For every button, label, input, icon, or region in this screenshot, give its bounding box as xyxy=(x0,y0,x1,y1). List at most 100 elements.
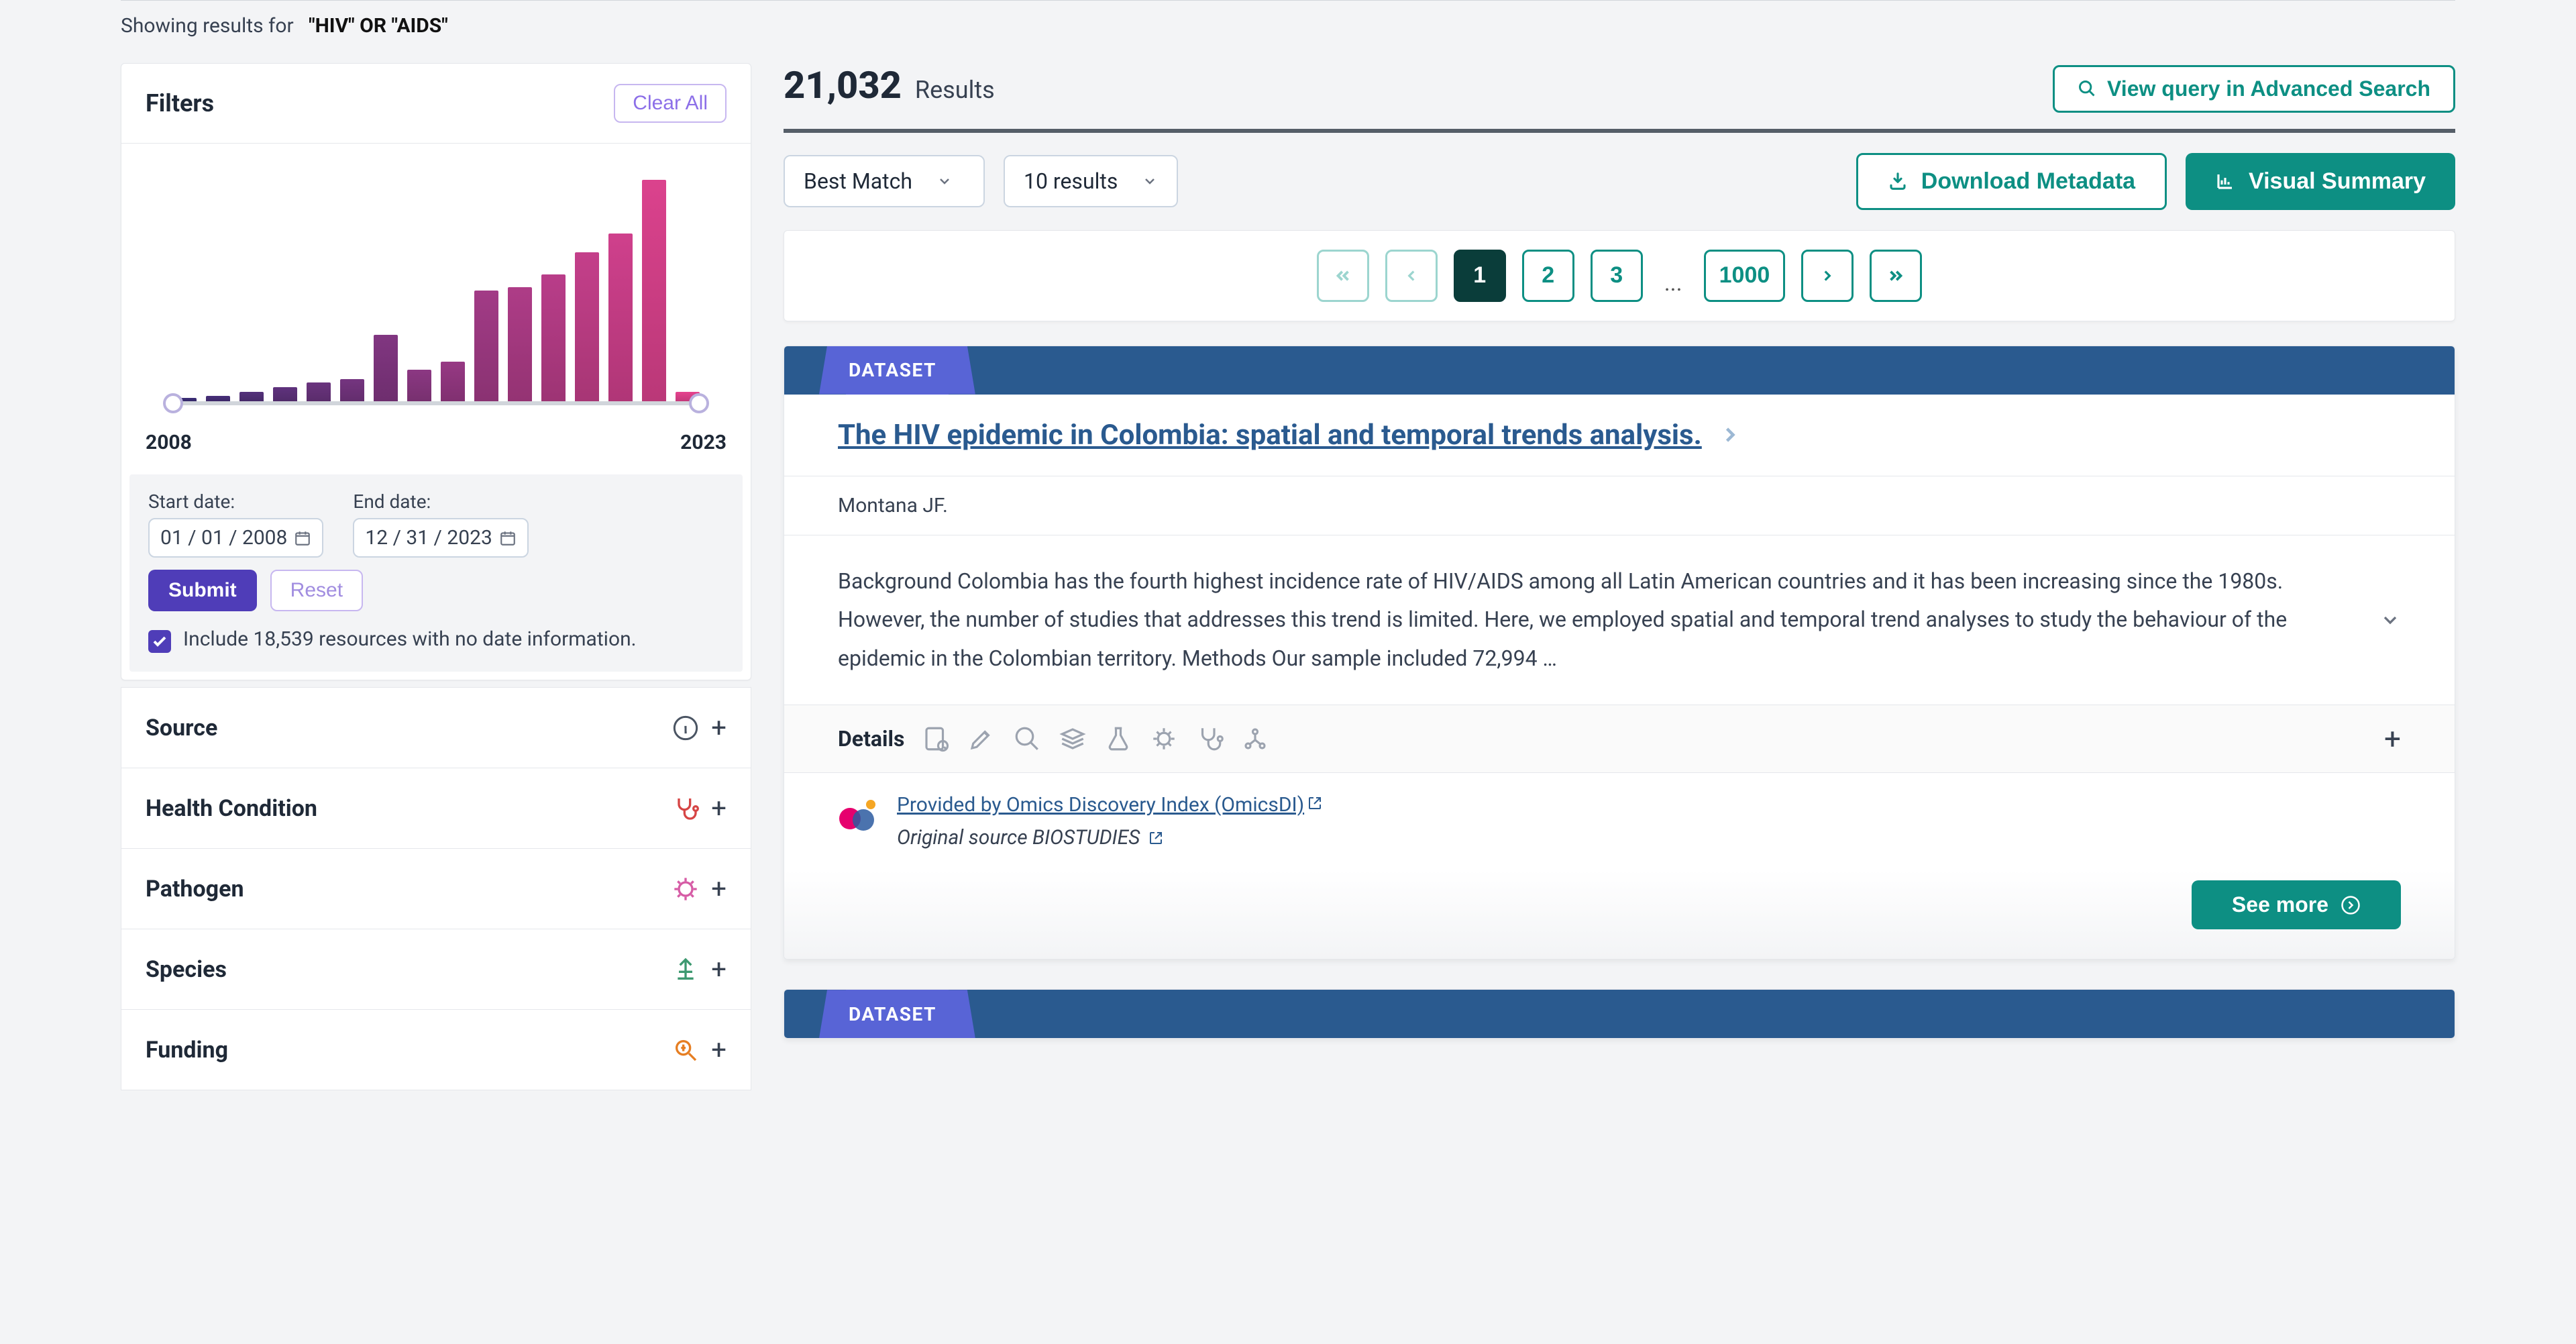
flask-icon xyxy=(1104,725,1132,753)
chevron-down-icon xyxy=(1142,173,1158,189)
range-handle-end[interactable] xyxy=(689,393,709,413)
filter-section-funding[interactable]: Funding + xyxy=(121,1010,751,1090)
stethoscope-detail-icon xyxy=(1195,725,1224,753)
histogram-bar xyxy=(441,362,465,401)
page-size-value: 10 results xyxy=(1024,168,1118,194)
filters-sidebar: Filters Clear All 2008 2023 xyxy=(121,63,751,1090)
sort-value: Best Match xyxy=(804,168,912,194)
end-date-label: End date: xyxy=(353,490,528,513)
showing-results: Showing results for "HIV" OR "AIDS" xyxy=(121,14,2455,38)
search-query: "HIV" OR "AIDS" xyxy=(304,14,448,38)
expand-icon: + xyxy=(711,873,727,904)
species-icon xyxy=(672,956,699,983)
external-link-icon xyxy=(1148,830,1164,846)
end-date-value: 12 / 31 / 2023 xyxy=(365,526,492,550)
result-count: 21,032 xyxy=(784,63,902,107)
calendar-icon xyxy=(294,529,311,547)
showing-prefix: Showing results for xyxy=(121,14,294,38)
result-card: DATASET The HIV epidemic in Colombia: sp… xyxy=(784,346,2455,960)
expand-icon: + xyxy=(711,792,727,824)
histogram-bar xyxy=(642,180,666,401)
result-card: DATASET xyxy=(784,989,2455,1039)
page-1-button[interactable]: 1 xyxy=(1454,250,1506,302)
filter-section-label: Health Condition xyxy=(146,795,672,822)
page-ellipsis: ... xyxy=(1659,250,1688,302)
provided-by-link[interactable]: Provided by Omics Discovery Index (Omics… xyxy=(897,793,1304,817)
sort-select[interactable]: Best Match xyxy=(784,155,985,207)
result-abstract-text: Background Colombia has the fourth highe… xyxy=(838,562,2353,678)
end-date-input[interactable]: 12 / 31 / 2023 xyxy=(353,518,528,558)
include-no-date-checkbox[interactable] xyxy=(148,630,171,653)
submit-button[interactable]: Submit xyxy=(148,570,257,611)
reset-button[interactable]: Reset xyxy=(270,570,363,611)
year-end-label: 2023 xyxy=(680,431,727,454)
download-metadata-label: Download Metadata xyxy=(1921,168,2135,195)
results-panel: 21,032 Results View query in Advanced Se… xyxy=(784,63,2455,1090)
page-prev-button[interactable] xyxy=(1385,250,1438,302)
chevron-down-icon xyxy=(2379,609,2401,631)
details-label: Details xyxy=(838,726,904,752)
external-link-icon xyxy=(1307,795,1323,811)
filter-section-species[interactable]: Species + xyxy=(121,929,751,1010)
see-more-label: See more xyxy=(2232,892,2328,917)
page-size-select[interactable]: 10 results xyxy=(1004,155,1178,207)
year-start-label: 2008 xyxy=(146,431,192,454)
download-metadata-button[interactable]: Download Metadata xyxy=(1856,153,2167,210)
result-abstract-toggle[interactable]: Background Colombia has the fourth highe… xyxy=(784,535,2455,706)
funding-icon xyxy=(672,1037,699,1064)
filter-section-pathogen[interactable]: Pathogen + xyxy=(121,849,751,929)
filter-section-label: Funding xyxy=(146,1037,672,1064)
expand-icon: + xyxy=(2384,721,2401,756)
range-handle-start[interactable] xyxy=(163,393,183,413)
chart-icon xyxy=(2215,171,2235,191)
chevron-right-icon xyxy=(1718,423,1742,447)
info-icon[interactable] xyxy=(672,715,699,741)
expand-icon: + xyxy=(711,1034,727,1066)
see-more-button[interactable]: See more xyxy=(2192,880,2401,929)
page-3-button[interactable]: 3 xyxy=(1591,250,1643,302)
result-count-label: Results xyxy=(915,76,995,104)
filter-section-label: Species xyxy=(146,956,672,983)
result-details-toggle[interactable]: Details + xyxy=(784,705,2455,773)
start-date-input[interactable]: 01 / 01 / 2008 xyxy=(148,518,323,558)
histogram-bar xyxy=(508,287,532,401)
filter-section-health-condition[interactable]: Health Condition + xyxy=(121,768,751,849)
virus-icon xyxy=(672,876,699,902)
histogram-bar xyxy=(273,387,297,401)
visual-summary-label: Visual Summary xyxy=(2249,168,2426,195)
page-2-button[interactable]: 2 xyxy=(1522,250,1574,302)
page-next-button[interactable] xyxy=(1801,250,1854,302)
edit-icon xyxy=(967,725,996,753)
network-icon xyxy=(1241,725,1269,753)
filter-section-label: Pathogen xyxy=(146,876,672,902)
histogram-track xyxy=(172,401,700,405)
start-date-value: 01 / 01 / 2008 xyxy=(160,526,287,550)
histogram-bar xyxy=(541,274,566,401)
page-first-button[interactable] xyxy=(1317,250,1369,302)
original-source-label: Original source BIOSTUDIES xyxy=(897,826,1140,849)
histogram-bar xyxy=(575,252,599,401)
histogram-bar xyxy=(474,291,498,401)
expand-icon: + xyxy=(711,712,727,743)
filter-section-source[interactable]: Source + xyxy=(121,687,751,768)
filters-heading: Filters xyxy=(146,89,214,117)
histogram-bar xyxy=(340,379,364,401)
page-end-button[interactable] xyxy=(1870,250,1922,302)
stethoscope-icon xyxy=(672,795,699,822)
chevron-down-icon xyxy=(936,173,953,189)
clear-all-button[interactable]: Clear All xyxy=(614,84,727,123)
stack-icon xyxy=(1059,725,1087,753)
include-no-date-label: Include 18,539 resources with no date in… xyxy=(183,627,637,651)
result-title-link[interactable]: The HIV epidemic in Colombia: spatial an… xyxy=(838,419,1702,452)
download-icon xyxy=(1888,171,1908,191)
date-histogram xyxy=(121,144,751,424)
expand-icon: + xyxy=(711,953,727,985)
result-type-badge: DATASET xyxy=(819,990,975,1038)
result-type-badge: DATASET xyxy=(819,346,975,395)
histogram-bar xyxy=(239,392,264,401)
arrow-right-circle-icon xyxy=(2341,895,2361,915)
visual-summary-button[interactable]: Visual Summary xyxy=(2186,153,2455,210)
page-last-button[interactable]: 1000 xyxy=(1704,250,1786,302)
view-advanced-search-button[interactable]: View query in Advanced Search xyxy=(2053,65,2455,113)
pagination: 1 2 3 ... 1000 xyxy=(784,230,2455,321)
